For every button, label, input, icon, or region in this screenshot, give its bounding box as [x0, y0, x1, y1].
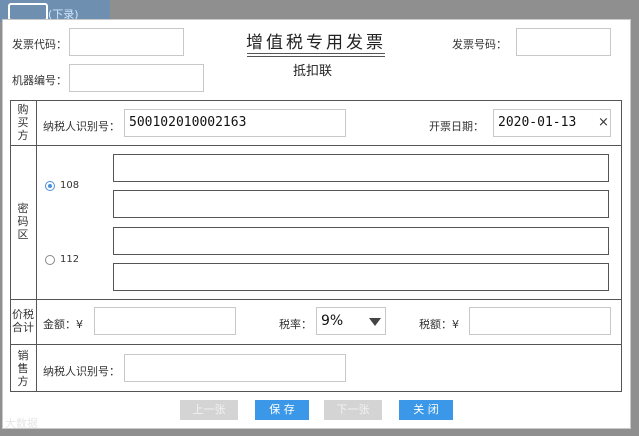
issue-date-label: 开票日期： [429, 120, 484, 133]
frame-divider [10, 145, 622, 146]
cipher-option-108-label: 108 [60, 180, 80, 191]
cipher-line-4[interactable] [113, 263, 609, 291]
cipher-line-2[interactable] [113, 190, 609, 218]
seller-section-label: 销 售 方 [17, 349, 29, 388]
tax-rate-select[interactable]: 9% [316, 307, 386, 335]
invoice-code-label: 发票代码： [12, 38, 67, 51]
buyer-tax-id-value: 500102010002163 [129, 115, 247, 130]
cipher-line-3[interactable] [113, 227, 609, 255]
price-tax-section-label: 价税 合计 [12, 308, 34, 334]
tax-rate-label: 税率： [279, 318, 312, 331]
save-button[interactable]: 保 存 [255, 400, 309, 420]
buyer-section-label: 购 买 方 [17, 103, 29, 142]
tax-amount-label: 税额：¥ [419, 318, 459, 331]
tax-rate-value: 9% [321, 313, 344, 329]
buyer-tax-id-input[interactable]: 500102010002163 [124, 109, 346, 137]
next-invoice-button[interactable]: 下一张 [324, 400, 382, 420]
tax-amount-input[interactable] [469, 307, 611, 335]
issue-date-value: 2020-01-13 [498, 115, 577, 130]
dropdown-arrow-icon [369, 318, 381, 326]
watermark: 大数据 [5, 417, 38, 430]
issue-date-input[interactable]: 2020-01-13 × [493, 109, 611, 137]
close-button[interactable]: 关 闭 [399, 400, 453, 420]
invoice-title: 增值税专用发票 [246, 33, 386, 53]
cipher-line-1[interactable] [113, 154, 609, 182]
machine-number-label: 机器编号： [12, 74, 67, 87]
seller-tax-id-label: 纳税人识别号： [43, 365, 120, 378]
buyer-tax-id-label: 纳税人识别号： [43, 120, 120, 133]
amount-input[interactable] [94, 307, 236, 335]
invoice-number-label: 发票号码： [452, 38, 507, 51]
cipher-option-112-label: 112 [60, 254, 80, 265]
invoice-code-input[interactable] [69, 28, 184, 56]
invoice-subtitle: 抵扣联 [293, 64, 333, 79]
frame-divider [10, 344, 622, 345]
cipher-option-112-radio[interactable] [45, 255, 55, 265]
title-underline [247, 53, 385, 54]
seller-tax-id-input[interactable] [124, 354, 346, 382]
title-underline-2 [247, 56, 385, 57]
prev-invoice-button[interactable]: 上一张 [180, 400, 238, 420]
clear-date-icon[interactable]: × [598, 115, 609, 130]
invoice-dialog: 发票代码： 机器编号： 增值税专用发票 抵扣联 发票号码： 购 买 方 纳税人识… [2, 19, 631, 429]
cipher-option-108-radio[interactable] [45, 181, 55, 191]
amount-label: 金额：¥ [43, 318, 83, 331]
invoice-number-input[interactable] [516, 28, 611, 56]
frame-divider [36, 100, 37, 392]
cipher-section-label: 密 码 区 [17, 202, 29, 241]
frame-divider [10, 299, 622, 300]
machine-number-input[interactable] [69, 64, 204, 92]
